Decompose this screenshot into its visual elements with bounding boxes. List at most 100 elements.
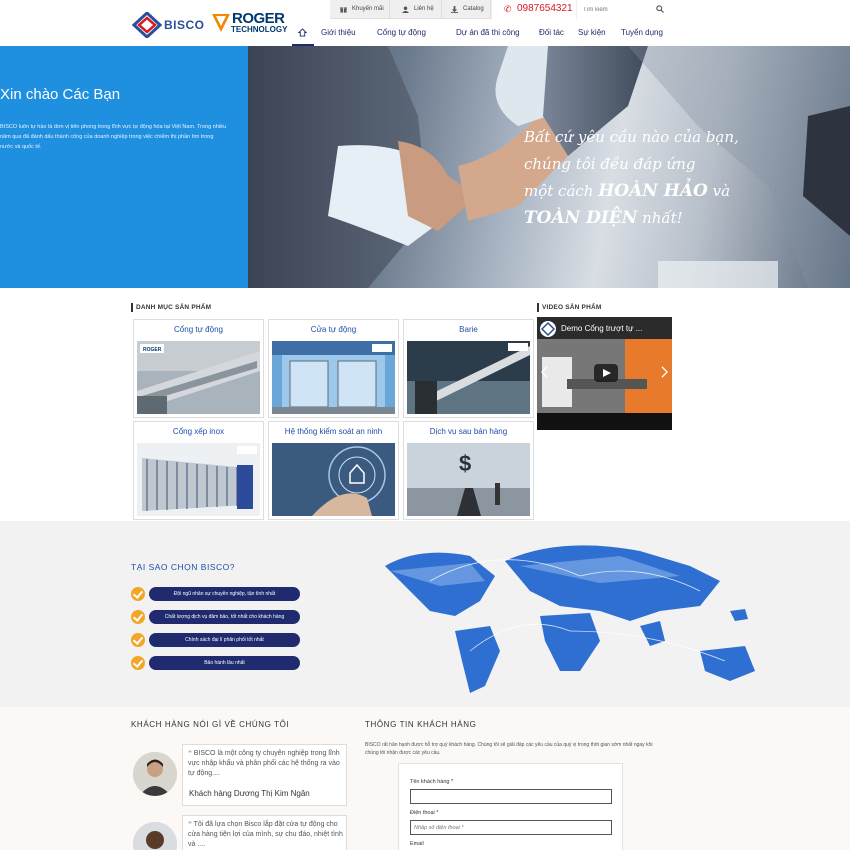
contact-link[interactable]: Liên hệ (402, 0, 442, 19)
product-image: $ (407, 443, 530, 516)
avatar (133, 752, 177, 796)
product-image (272, 443, 395, 516)
download-icon (451, 6, 458, 13)
nav-auto-gates[interactable]: Cổng tự động (377, 20, 426, 46)
slogan-line-2: chúng tôi đều đáp ứng (524, 155, 696, 173)
slogan-highlight: HOÀN HẢO (598, 181, 708, 201)
catalog-label: Catalog (463, 6, 484, 12)
why-item: Bảo hành lâu nhất (131, 656, 301, 670)
technology-logo-text: TECHNOLOGY (231, 25, 288, 34)
promotions-link[interactable]: Khuyến mãi (340, 0, 390, 19)
check-icon (131, 587, 145, 601)
why-item-label: Bảo hành lâu nhất (149, 656, 300, 670)
slogan-part: và (707, 182, 731, 200)
product-image (272, 341, 395, 414)
product-image (137, 443, 260, 516)
why-item-label: Chính sách đại lí phân phối tốt nhất (149, 633, 300, 647)
chevron-right-icon[interactable] (661, 365, 668, 379)
product-image: ROGER (137, 341, 260, 414)
check-icon (131, 610, 145, 624)
bisco-logo-text: BISCO (164, 18, 205, 32)
site-header: BISCO ROGER TECHNOLOGY Khuyến mãi Liên h… (0, 0, 850, 46)
phone-label: Điện thoại * (410, 810, 439, 816)
slogan-line-3: một cách HOÀN HẢO và (524, 178, 844, 205)
why-title: TẠI SAO CHỌN BISCO? (131, 562, 235, 572)
hero-intro-panel: Xin chào Các Bạn BISCO luôn tự hào là đơ… (0, 46, 248, 288)
product-card-after-sales[interactable]: Dịch vụ sau bán hàng $ (403, 421, 534, 520)
contact-label: Liên hệ (414, 6, 434, 12)
catalog-link[interactable]: Catalog (451, 0, 491, 19)
gift-icon (340, 7, 347, 13)
product-image (407, 341, 530, 414)
testimonial-quote: ❝ Tôi đã lựa chọn Bisco lắp đặt cửa tự đ… (188, 820, 343, 850)
testimonial-name: Khách hàng Dương Thị Kim Ngân (189, 789, 310, 798)
catalog-title: DANH MỤC SẢN PHẨM (131, 303, 211, 312)
slider-dots (386, 278, 416, 288)
testimonial-quote: ❝ BISCO là một công ty chuyên nghiệp tro… (188, 749, 343, 779)
testimonial-text: Tôi đã lựa chọn Bisco lắp đặt cửa tự độn… (188, 821, 343, 848)
hero-description: BISCO luôn tự hào là đơn vị tiên phong t… (0, 124, 227, 150)
product-title: Cửa tự động (310, 325, 357, 334)
testimonials-title: KHÁCH HÀNG NÓI GÌ VỀ CHÚNG TÔI (131, 720, 290, 729)
roger-badge: ROGER (143, 347, 162, 353)
nav-home[interactable] (292, 20, 314, 46)
home-icon (298, 28, 307, 37)
nav-events[interactable]: Sự kiện (578, 20, 606, 46)
name-label: Tên khách hàng * (410, 779, 454, 785)
product-card-auto-gate[interactable]: Cổng tự động ROGER (133, 319, 264, 418)
top-bar: Khuyến mãi Liên hệ Catalog ✆ 0987654321 (330, 0, 672, 19)
nav-projects[interactable]: Dự án đã thi công (456, 20, 520, 46)
testimonial-card: ❝ BISCO là một công ty chuyên nghiệp tro… (182, 744, 347, 806)
video-caption: Demo Cổng trượt tự ... (561, 324, 643, 333)
product-title: Hệ thống kiểm soát an ninh (284, 427, 383, 436)
contact-form-title: THÔNG TIN KHÁCH HÀNG (365, 720, 477, 729)
slogan-part: nhất! (637, 209, 683, 227)
search-input[interactable] (583, 3, 653, 16)
promotions-label: Khuyến mãi (352, 6, 384, 12)
contact-form: Tên khách hàng * Điện thoại * Email (398, 763, 623, 850)
testimonial-text: BISCO là một công ty chuyên nghiệp trong… (188, 750, 340, 777)
nav-careers[interactable]: Tuyển dụng (621, 20, 663, 46)
user-icon (402, 6, 409, 13)
dollar-icon: $ (459, 451, 471, 476)
why-item: Đội ngũ nhân sự chuyên nghiệp, tận tình … (131, 587, 301, 601)
site-logo[interactable]: BISCO ROGER TECHNOLOGY (132, 10, 292, 42)
chevron-left-icon[interactable] (541, 365, 548, 379)
why-choose-section: TẠI SAO CHỌN BISCO? Đội ngũ nhân sự chuy… (0, 521, 850, 707)
check-icon (131, 633, 145, 647)
search-box (577, 0, 672, 19)
why-item-label: Chất lượng dịch vụ đảm bảo, tốt nhất cho… (149, 610, 300, 624)
play-button-icon[interactable] (594, 364, 618, 382)
nav-partners[interactable]: Đối tác (539, 20, 564, 46)
hero-banner: Xin chào Các Bạn BISCO luôn tự hào là đơ… (0, 46, 850, 288)
search-icon[interactable] (656, 5, 664, 13)
product-title: Dịch vụ sau bán hàng (429, 427, 508, 436)
product-card-auto-door[interactable]: Cửa tự động (268, 319, 399, 418)
bisco-logo-icon (132, 12, 162, 38)
product-title: Cổng tự động (174, 325, 223, 334)
world-map-illustration (0, 521, 850, 707)
slogan-line-4: TOÀN DIỆN nhất! (524, 205, 844, 232)
slogan-part: một cách (524, 182, 599, 200)
why-item: Chính sách đại lí phân phối tốt nhất (131, 633, 301, 647)
phone-field[interactable] (410, 820, 612, 835)
product-title: Barie (459, 325, 478, 334)
hero-slogan: Bất cứ yêu cầu nào của bạn, chúng tôi đề… (524, 124, 844, 232)
phone-icon: ✆ (504, 4, 512, 14)
nav-about[interactable]: Giới thiệu (321, 20, 356, 46)
product-video[interactable]: Demo Cổng trượt tự ... (537, 317, 672, 430)
why-item: Chất lượng dịch vụ đảm bảo, tốt nhất cho… (131, 610, 301, 624)
slogan-highlight: TOÀN DIỆN (524, 208, 638, 228)
contact-form-description: BISCO rất hân hạnh được hỗ trợ quý khách… (365, 742, 653, 756)
email-label: Email (410, 841, 424, 847)
product-card-barrier[interactable]: Barie (403, 319, 534, 418)
hotline[interactable]: ✆ 0987654321 (492, 0, 576, 19)
check-icon (131, 656, 145, 670)
product-card-inox-gate[interactable]: Cổng xếp inox (133, 421, 264, 520)
why-item-label: Đội ngũ nhân sự chuyên nghiệp, tận tình … (149, 587, 300, 601)
name-field[interactable] (410, 789, 612, 804)
main-nav: Giới thiệu Cổng tự động Dự án đã thi côn… (292, 20, 672, 46)
product-card-security[interactable]: Hệ thống kiểm soát an ninh (268, 421, 399, 520)
hotline-number: 0987654321 (517, 3, 573, 14)
slogan-line-1: Bất cứ yêu cầu nào của bạn, (524, 128, 739, 146)
